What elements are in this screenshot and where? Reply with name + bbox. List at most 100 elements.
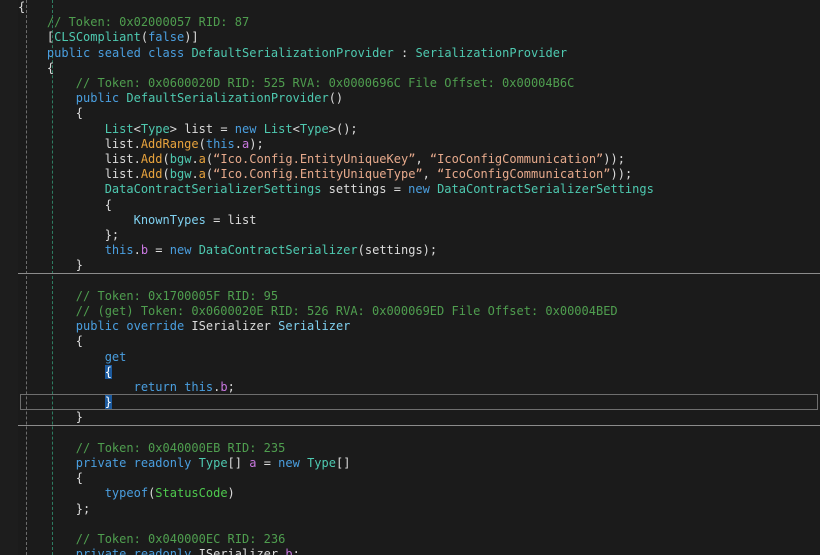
code-line[interactable]: List<Type> list = new List<Type>(); [0, 122, 820, 137]
code-line[interactable]: typeof(StatusCode) [0, 486, 820, 501]
code-token: < [292, 121, 300, 136]
code-line[interactable]: return this.b; [0, 380, 820, 395]
code-line-text: list.Add(bgw.a(“Ico.Config.EntityUniqueT… [18, 167, 633, 182]
code-line[interactable]: private readonly ISerializer b; [0, 547, 820, 555]
code-line[interactable]: list.AddRange(this.a); [0, 137, 820, 152]
code-token: this [104, 243, 134, 258]
code-line-text: public sealed class DefaultSerialization… [18, 46, 567, 60]
code-token: readonly [133, 456, 192, 470]
code-line[interactable]: public override ISerializer Serializer [0, 319, 820, 334]
code-line-text: // (get) Token: 0x0600020E RID: 526 RVA:… [18, 304, 618, 318]
code-token: ) [227, 486, 235, 501]
code-token: : [393, 45, 416, 60]
code-token: typeof [104, 486, 149, 501]
code-line[interactable]: } [0, 395, 820, 410]
code-line[interactable]: { [0, 106, 820, 121]
code-token: // Token: 0x02000057 RID: 87 [46, 15, 250, 30]
code-line-text: { [18, 0, 25, 14]
code-line[interactable]: // (get) Token: 0x0600020E RID: 526 RVA:… [0, 304, 820, 319]
code-line[interactable]: KnownTypes = list [0, 213, 820, 228]
code-line[interactable]: // Token: 0x0600020D RID: 525 RVA: 0x000… [0, 76, 820, 91]
code-line[interactable]: list.Add(bgw.a(“Ico.Config.EntityUniqueK… [0, 152, 820, 167]
code-token: Type [307, 456, 336, 470]
code-content[interactable]: { // Token: 0x02000057 RID: 87 [CLSCompl… [0, 0, 820, 555]
code-line[interactable]: // Token: 0x040000EC RID: 236 [0, 532, 820, 547]
code-line[interactable]: public DefaultSerializationProvider() [0, 91, 820, 106]
code-line-text: }; [18, 228, 119, 242]
code-line[interactable]: // Token: 0x02000057 RID: 87 [0, 15, 820, 30]
code-line-text: this.b = new DataContractSerializer(sett… [18, 243, 437, 257]
code-token: return [133, 380, 177, 394]
code-line[interactable]: [CLSCompliant(false)] [0, 30, 820, 45]
code-line[interactable]: { [0, 198, 820, 213]
code-line[interactable]: { [0, 334, 820, 349]
code-line[interactable]: { [0, 364, 820, 380]
code-line[interactable]: }; [0, 228, 820, 243]
code-line[interactable] [0, 426, 820, 441]
code-token: private [75, 456, 127, 470]
code-line[interactable]: list.Add(bgw.a(“Ico.Config.EntityUniqueT… [0, 167, 820, 182]
code-line[interactable]: } [0, 258, 820, 273]
code-token: List [263, 121, 293, 136]
code-token: . [133, 243, 141, 258]
code-line[interactable]: { [0, 0, 820, 15]
code-token: ISerializer [198, 547, 279, 555]
code-token: ; [292, 547, 300, 555]
code-token: ( [198, 136, 206, 151]
code-token: ISerializer [191, 319, 271, 334]
code-line-text: // Token: 0x1700005F RID: 95 [18, 289, 278, 303]
code-line[interactable]: }; [0, 502, 820, 517]
code-line[interactable] [0, 274, 820, 289]
code-line[interactable]: } [0, 410, 820, 425]
code-token: public [75, 319, 120, 334]
code-token: Serializer [278, 319, 351, 334]
code-line[interactable]: public sealed class DefaultSerialization… [0, 46, 820, 61]
code-line[interactable]: { [0, 61, 820, 76]
code-token: StatusCode [155, 486, 228, 501]
code-line[interactable]: get [0, 350, 820, 365]
code-token: // Token: 0x040000EB RID: 235 [75, 440, 286, 455]
code-token: ; [227, 380, 235, 394]
code-line-text: } [18, 395, 112, 410]
code-line[interactable]: { [0, 471, 820, 486]
code-line[interactable]: private readonly Type[] a = new Type[] [0, 456, 820, 471]
code-token: KnownTypes [133, 212, 206, 227]
code-line-text: { [18, 334, 83, 348]
code-line[interactable]: DataContractSerializerSettings settings … [0, 182, 820, 197]
code-line-text: { [18, 198, 112, 212]
code-line-text: // Token: 0x0600020D RID: 525 RVA: 0x000… [18, 76, 575, 90]
code-line[interactable]: this.b = new DataContractSerializer(sett… [0, 243, 820, 258]
code-token: , [415, 152, 430, 166]
code-line-text: typeof(StatusCode) [18, 486, 235, 500]
code-token: > list = [169, 121, 235, 136]
code-token: { [18, 60, 55, 75]
code-token: = [256, 456, 279, 470]
code-token: )); [603, 152, 625, 166]
code-token: [] [227, 456, 250, 470]
code-line[interactable] [0, 517, 820, 532]
code-token: = [148, 243, 170, 258]
code-token: b [285, 547, 293, 555]
code-token: SerializationProvider [415, 45, 568, 60]
code-line[interactable]: // Token: 0x040000EB RID: 235 [0, 441, 820, 456]
code-line-text: list.AddRange(this.a); [18, 137, 264, 151]
code-token: “IcoConfigCommunication” [429, 152, 604, 166]
code-token: b [140, 243, 149, 258]
code-token: DefaultSerializationProvider [191, 45, 394, 60]
code-line-text: // Token: 0x02000057 RID: 87 [18, 15, 249, 29]
code-editor-window[interactable]: { // Token: 0x02000057 RID: 87 [CLSCompl… [0, 0, 820, 555]
code-line[interactable]: // Token: 0x1700005F RID: 95 [0, 289, 820, 304]
code-token: { [18, 106, 84, 121]
code-token: Add [140, 167, 163, 182]
